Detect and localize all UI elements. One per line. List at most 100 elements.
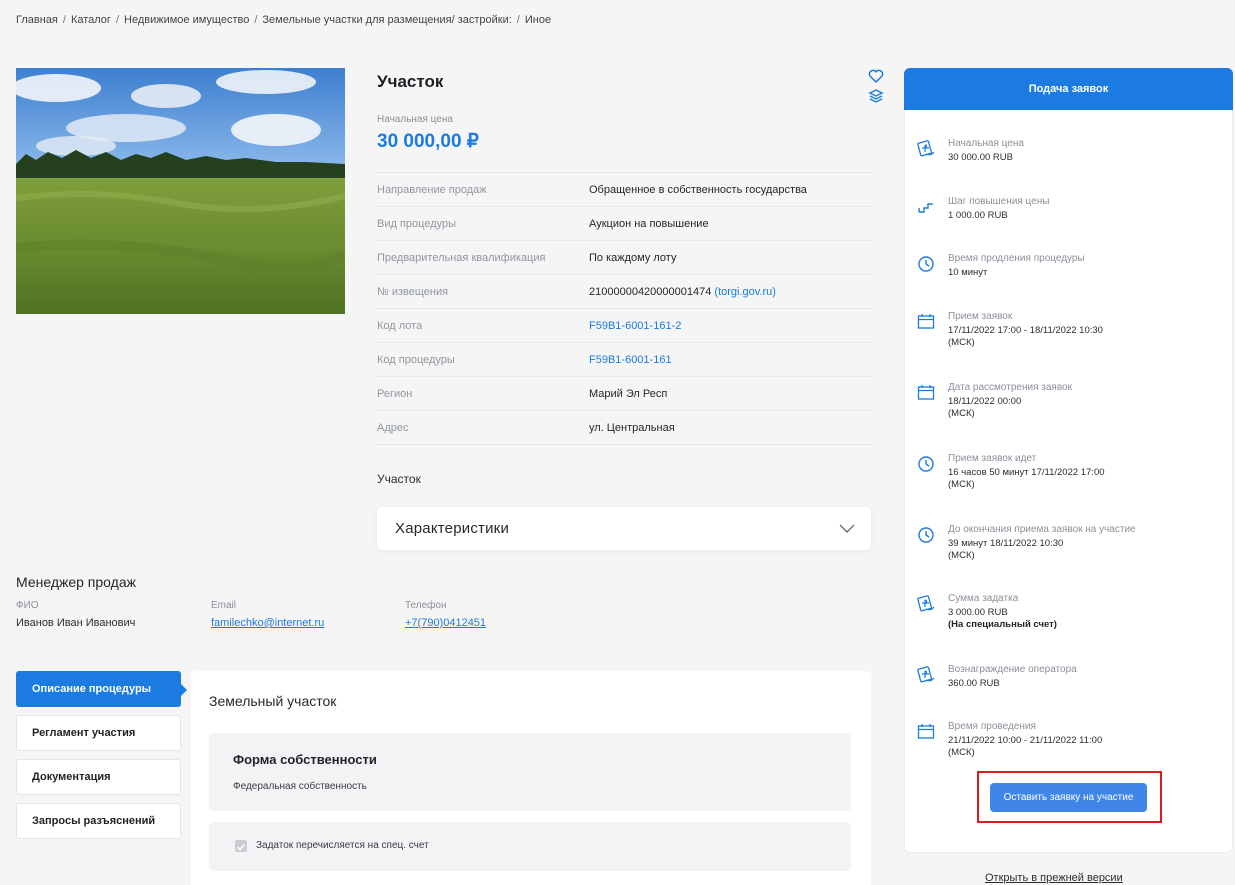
money-icon: [917, 666, 935, 683]
breadcrumb-land-plots[interactable]: Земельные участки для размещения/ застро…: [262, 14, 511, 26]
detail-value: Обращенное в собственность государства: [589, 183, 807, 196]
sidebar-label: Прием заявок идет: [948, 453, 1037, 464]
old-version-link[interactable]: Открыть в прежней версии: [985, 872, 1123, 884]
sidebar-item-operator-fee: Вознаграждение оператора 360.00 RUB: [916, 664, 1226, 690]
layers-icon[interactable]: [868, 88, 884, 104]
sidebar-value: 360.00 RUB: [948, 678, 1000, 689]
detail-value: По каждому лоту: [589, 251, 677, 264]
ownership-form-box: [209, 733, 851, 811]
calendar-icon: [917, 385, 935, 400]
detail-row-sales-direction: Направление продаж Обращенное в собствен…: [377, 172, 871, 206]
start-price-label: Начальная цена: [377, 114, 453, 125]
detail-row-notice-number: № извещения 21000000420000001474 (torgi.…: [377, 274, 871, 308]
deposit-checkbox-label: Задаток перечисляется на спец. счет: [256, 840, 429, 851]
sidebar-item-procedure-time: Время проведения 21/11/2022 10:00 - 21/11…: [916, 721, 1226, 759]
sidebar-value-tz: (МСК): [948, 550, 975, 561]
sidebar-label: Вознаграждение оператора: [948, 664, 1077, 675]
submit-application-button[interactable]: Оставить заявку на участие: [990, 783, 1147, 812]
sidebar-label: Шаг повышения цены: [948, 196, 1050, 207]
step-icon: [918, 203, 933, 213]
manager-fio: ФИО Иванов Иван Иванович: [16, 600, 135, 629]
detail-value: Аукцион на повышение: [589, 217, 709, 230]
sidebar-value: 18/11/2022 00:00: [948, 396, 1022, 407]
ownership-form-title: Форма собственности: [233, 752, 377, 767]
sidebar-value-tz: (МСК): [948, 747, 975, 758]
checkmark-icon: [236, 843, 246, 851]
detail-row-lot-code: Код лота F59B1-6001-161-2: [377, 308, 871, 342]
subsection-title: Участок: [377, 472, 421, 486]
detail-value: 21000000420000001474 (torgi.gov.ru): [589, 286, 776, 298]
sidebar-header: Подача заявок: [904, 68, 1233, 110]
heart-icon[interactable]: [868, 68, 884, 84]
description-title: Земельный участок: [209, 693, 337, 709]
detail-key: Вид процедуры: [377, 217, 457, 230]
breadcrumb-real-estate[interactable]: Недвижимое имущество: [124, 14, 249, 26]
sidebar-label: Начальная цена: [948, 138, 1024, 149]
sidebar-label: Прием заявок: [948, 311, 1013, 322]
lot-title: Участок: [377, 72, 444, 91]
tab-clarification-requests[interactable]: Запросы разъяснений: [16, 803, 181, 839]
breadcrumb-catalog[interactable]: Каталог: [71, 14, 111, 26]
tab-procedure-description[interactable]: Описание процедуры: [16, 671, 187, 707]
detail-key: Код лота: [377, 319, 423, 332]
sidebar-label: Сумма задатка: [948, 593, 1019, 604]
lot-code-link[interactable]: F59B1-6001-161-2: [589, 320, 681, 332]
sidebar-value: 16 часов 50 минут 17/11/2022 17:00: [948, 467, 1105, 478]
detail-key: Направление продаж: [377, 183, 487, 196]
clock-icon: [918, 256, 934, 272]
deposit-note: (На специальный счет): [948, 619, 1057, 630]
sidebar-item-extension-time: Время продления процедуры 10 минут: [916, 253, 1226, 279]
notice-number: 21000000420000001474: [589, 285, 712, 298]
sidebar-value: 21/11/2022 10:00 - 21/11/2022 11:00: [948, 735, 1103, 746]
breadcrumb: Главная / Каталог / Недвижимое имущество / Зем…: [16, 14, 552, 26]
deposit-checkbox[interactable]: [235, 840, 247, 852]
field-landscape-image: [16, 68, 345, 314]
detail-row-procedure-type: Вид процедуры Аукцион на повышение: [377, 206, 871, 240]
procedure-code-link[interactable]: F59B1-6001-161: [589, 354, 672, 366]
sidebar-item-applications-ongoing: Прием заявок идет 16 часов 50 минут 17/11…: [916, 453, 1226, 491]
sidebar-item-time-to-close: До окончания приема заявок на участие 39 …: [916, 524, 1226, 562]
sidebar-label: До окончания приема заявок на участие: [948, 524, 1136, 535]
detail-row-procedure-code: Код процедуры F59B1-6001-161: [377, 342, 871, 376]
sidebar-item-review-date: Дата рассмотрения заявок 18/11/2022 00:00…: [916, 382, 1226, 420]
characteristics-accordion[interactable]: Характеристики: [377, 507, 871, 550]
sidebar-value: 10 минут: [948, 267, 988, 278]
manager-email: Email familechko@internet.ru: [211, 600, 324, 629]
detail-value: Марий Эл Респ: [589, 387, 668, 400]
accordion-title: Характеристики: [395, 520, 510, 537]
detail-key: Предварительная квалификация: [377, 251, 546, 264]
sidebar-label: Дата рассмотрения заявок: [948, 382, 1072, 393]
email-label: Email: [211, 600, 237, 611]
sidebar-value: 1 000.00 RUB: [948, 210, 1008, 221]
torgi-link[interactable]: (torgi.gov.ru): [714, 286, 776, 298]
sidebar-value-tz: (МСК): [948, 408, 975, 419]
sidebar-label: Время продления процедуры: [948, 253, 1085, 264]
money-icon: [917, 595, 935, 612]
start-price-value: 30 000,00 ₽: [377, 131, 479, 152]
email-link[interactable]: familechko@internet.ru: [211, 617, 324, 629]
detail-key: № извещения: [377, 285, 449, 298]
lot-photo[interactable]: [16, 68, 345, 314]
sidebar-value: 3 000.00 RUB: [948, 607, 1008, 618]
breadcrumb-current: Иное: [524, 14, 552, 26]
detail-row-region: Регион Марий Эл Респ: [377, 376, 871, 410]
sidebar-value: 30 000.00 RUB: [948, 152, 1013, 163]
fio-value: Иванов Иван Иванович: [16, 617, 136, 629]
lot-details-table: Направление продаж Обращенное в собствен…: [377, 172, 871, 445]
breadcrumb-home[interactable]: Главная: [16, 14, 58, 26]
detail-row-address: Адрес ул. Центральная: [377, 410, 871, 444]
detail-key: Адрес: [377, 421, 409, 434]
money-icon: [917, 140, 935, 157]
tab-participation-rules[interactable]: Регламент участия: [16, 715, 181, 751]
tab-documentation[interactable]: Документация: [16, 759, 181, 795]
detail-value: ул. Центральная: [589, 421, 675, 434]
sidebar-label: Время проведения: [948, 721, 1036, 732]
ownership-form-value: Федеральная собственность: [233, 781, 367, 792]
sidebar-item-deposit: Сумма задатка 3 000.00 RUB (На специальный…: [916, 593, 1226, 631]
sidebar-item-price-step: Шаг повышения цены 1 000.00 RUB: [916, 196, 1226, 222]
calendar-icon: [917, 724, 935, 739]
phone-link[interactable]: +7(790)0412451: [405, 617, 486, 629]
sidebar-value: 39 минут 18/11/2022 10:30: [948, 538, 1064, 549]
detail-key: Регион: [377, 387, 413, 400]
sidebar-value-tz: (МСК): [948, 337, 975, 348]
